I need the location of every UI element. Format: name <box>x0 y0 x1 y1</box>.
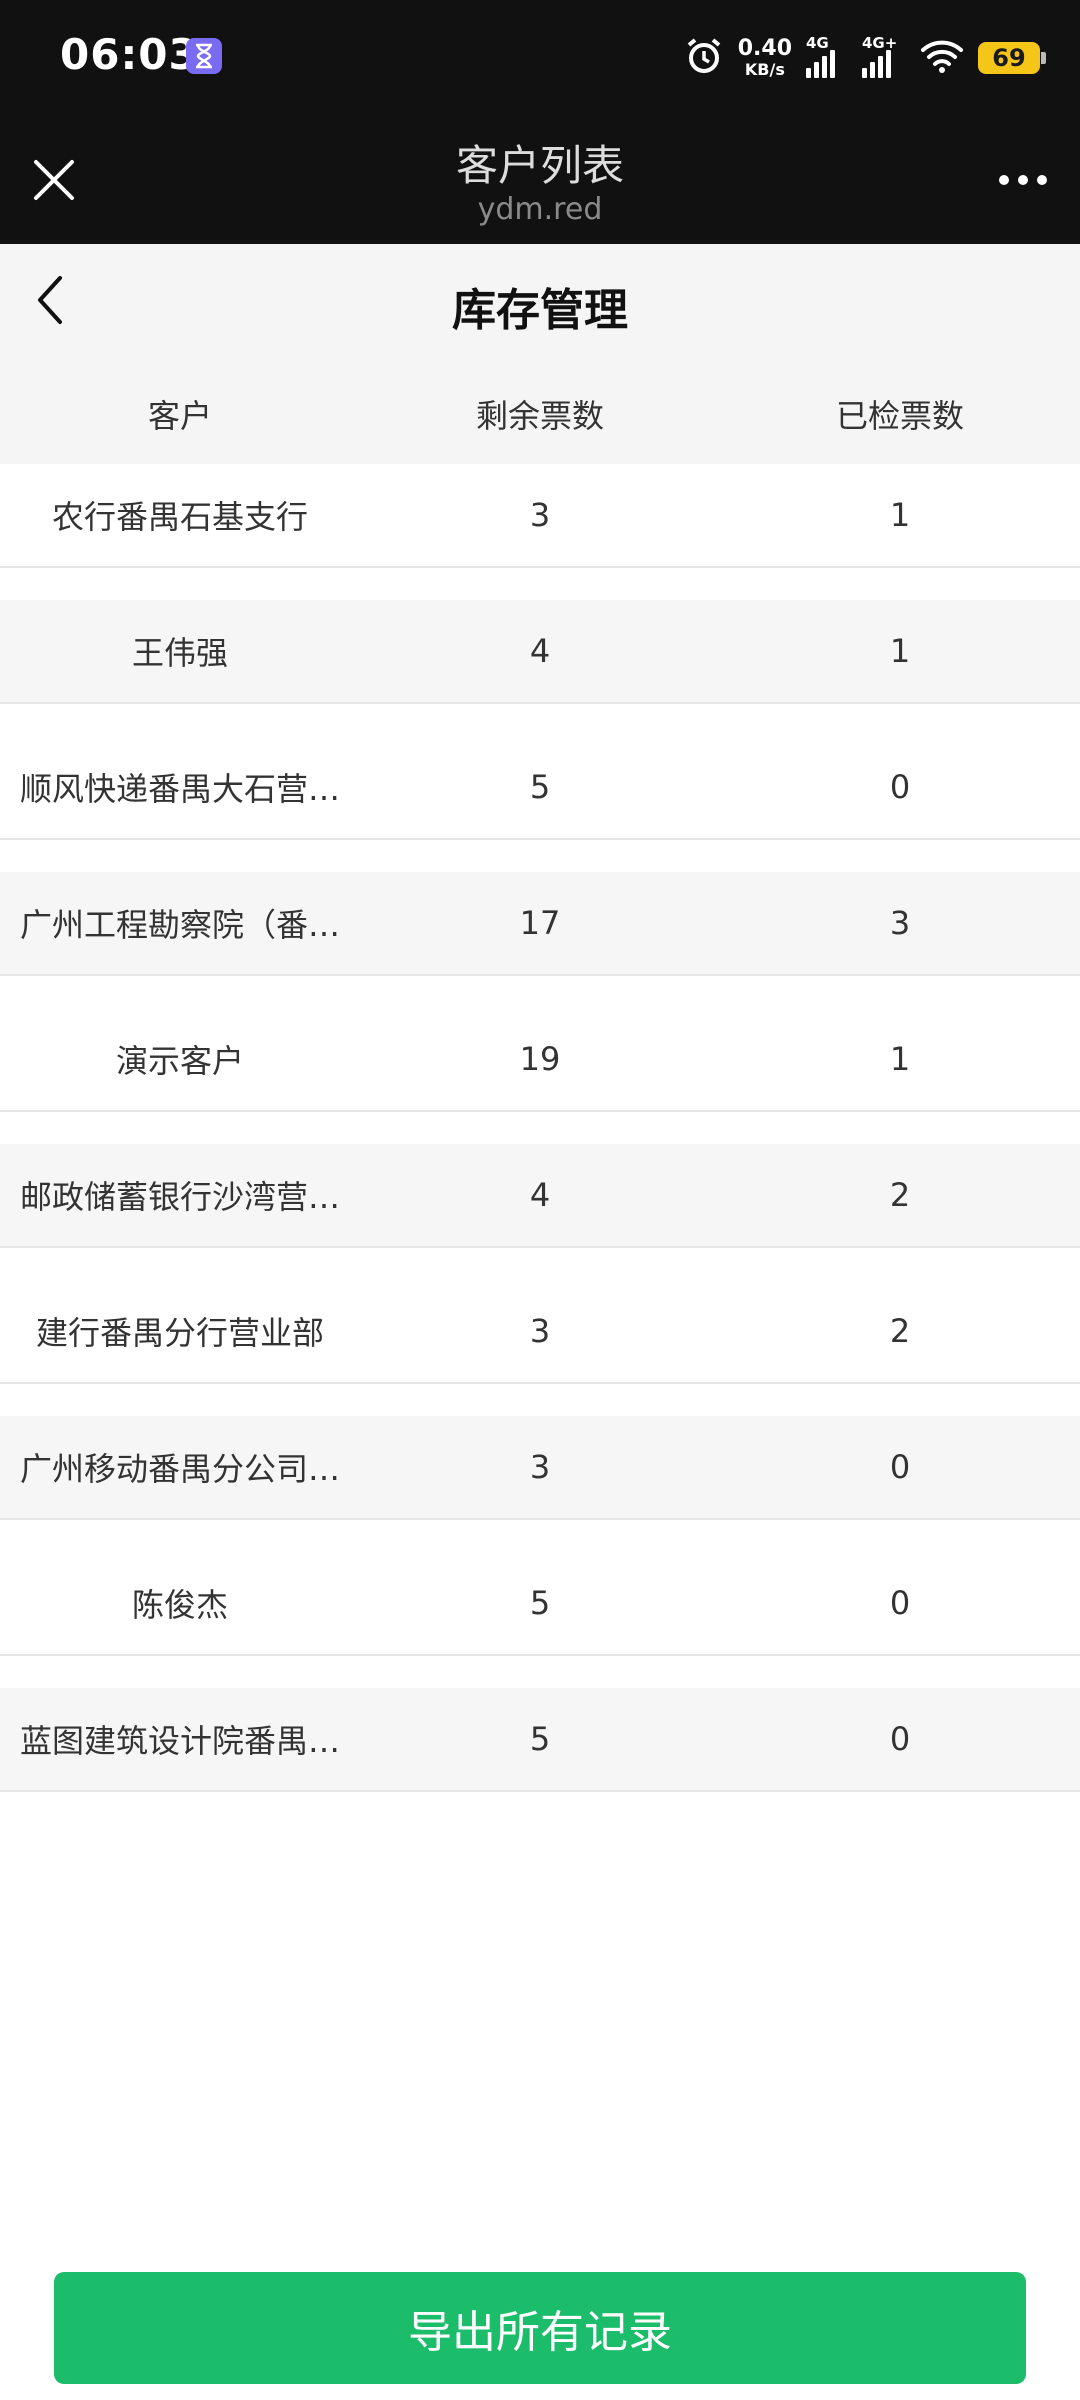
checked-cell: 0 <box>889 768 911 806</box>
customer-cell: 广州移动番禺分公司… <box>19 1450 340 1488</box>
row-gap <box>0 1248 1080 1280</box>
net-speed-value: 0.40 <box>737 36 792 61</box>
row-gap <box>0 1520 1080 1552</box>
checked-cell: 1 <box>889 496 911 534</box>
table-row[interactable]: 陈俊杰 5 0 <box>0 1552 1080 1656</box>
row-gap <box>0 1656 1080 1688</box>
header-checked: 已检票数 <box>835 397 964 435</box>
customer-cell: 顺风快递番禺大石营… <box>19 770 340 808</box>
screen: 06:03 0.40 KB/s 4G 4G+ 69 客户列表 ydm.red 库… <box>0 0 1080 2400</box>
table-row[interactable]: 建行番禺分行营业部 3 2 <box>0 1280 1080 1384</box>
customer-cell: 邮政储蓄银行沙湾营… <box>19 1178 340 1216</box>
browser-domain: ydm.red <box>477 192 603 227</box>
table-row[interactable]: 邮政储蓄银行沙湾营… 4 2 <box>0 1144 1080 1248</box>
customer-cell: 建行番禺分行营业部 <box>35 1314 324 1352</box>
remaining-cell: 3 <box>529 1312 551 1350</box>
net-speed: 0.40 KB/s <box>738 38 792 78</box>
checked-cell: 2 <box>889 1312 911 1350</box>
header-customer: 客户 <box>147 397 212 435</box>
status-icons: 0.40 KB/s 4G 4G+ 69 <box>684 30 1046 86</box>
table-row[interactable]: 顺风快递番禺大石营… 5 0 <box>0 736 1080 840</box>
more-dot <box>999 175 1009 185</box>
table-body: 农行番禺石基支行 3 1 王伟强 4 1 顺风快递番禺大石营… 5 0 广州工程… <box>0 464 1080 1792</box>
checked-cell: 1 <box>889 1040 911 1078</box>
checked-cell: 3 <box>889 904 911 942</box>
status-bar: 06:03 0.40 KB/s 4G 4G+ 69 <box>0 0 1080 116</box>
page-nav: 库存管理 <box>0 244 1080 364</box>
table-row[interactable]: 农行番禺石基支行 3 1 <box>0 464 1080 568</box>
page-title: 库存管理 <box>452 285 628 336</box>
signal2-label: 4G+ <box>862 34 898 52</box>
checked-cell: 0 <box>889 1448 911 1486</box>
checked-cell: 1 <box>889 632 911 670</box>
customer-cell: 蓝图建筑设计院番禺… <box>19 1722 340 1760</box>
table-row[interactable]: 广州工程勘察院（番… 17 3 <box>0 872 1080 976</box>
battery-icon: 69 <box>978 42 1046 74</box>
customer-cell: 广州工程勘察院（番… <box>19 906 340 944</box>
remaining-cell: 5 <box>529 1720 551 1758</box>
remaining-cell: 5 <box>529 1584 551 1622</box>
signal-icon: 4G <box>806 34 848 78</box>
table-row[interactable]: 王伟强 4 1 <box>0 600 1080 704</box>
checked-cell: 0 <box>889 1584 911 1622</box>
customer-cell: 农行番禺石基支行 <box>51 498 308 536</box>
wifi-icon <box>920 38 964 78</box>
row-gap <box>0 840 1080 872</box>
row-gap <box>0 1384 1080 1416</box>
signal-icon-2: 4G+ <box>862 34 906 78</box>
remaining-cell: 3 <box>529 1448 551 1486</box>
remaining-cell: 19 <box>519 1040 561 1078</box>
table-row[interactable]: 蓝图建筑设计院番禺… 5 0 <box>0 1688 1080 1792</box>
browser-header: 客户列表 ydm.red <box>0 116 1080 244</box>
signal1-label: 4G <box>806 34 829 52</box>
remaining-cell: 4 <box>529 1176 551 1214</box>
table-header: 客户 剩余票数 已检票数 <box>0 364 1080 464</box>
remaining-cell: 17 <box>519 904 561 942</box>
remaining-cell: 3 <box>529 496 551 534</box>
checked-cell: 2 <box>889 1176 911 1214</box>
checked-cell: 0 <box>889 1720 911 1758</box>
export-all-button[interactable]: 导出所有记录 <box>54 2272 1026 2384</box>
customer-cell: 陈俊杰 <box>131 1586 228 1624</box>
customer-cell: 王伟强 <box>131 634 228 672</box>
battery-level: 69 <box>992 44 1026 72</box>
browser-title: 客户列表 <box>455 141 624 190</box>
table-row[interactable]: 演示客户 19 1 <box>0 1008 1080 1112</box>
customer-cell: 演示客户 <box>115 1042 244 1080</box>
row-gap <box>0 976 1080 1008</box>
remaining-cell: 4 <box>529 632 551 670</box>
hourglass-icon <box>186 38 222 74</box>
more-dot <box>1018 175 1028 185</box>
alarm-icon <box>684 36 724 80</box>
status-time: 06:03 <box>60 30 199 79</box>
more-dot <box>1037 175 1047 185</box>
row-gap <box>0 568 1080 600</box>
header-remaining: 剩余票数 <box>475 397 604 435</box>
row-gap <box>0 704 1080 736</box>
more-button[interactable] <box>988 160 1058 200</box>
remaining-cell: 5 <box>529 768 551 806</box>
row-gap <box>0 1112 1080 1144</box>
net-speed-unit: KB/s <box>744 60 785 79</box>
table-row[interactable]: 广州移动番禺分公司… 3 0 <box>0 1416 1080 1520</box>
